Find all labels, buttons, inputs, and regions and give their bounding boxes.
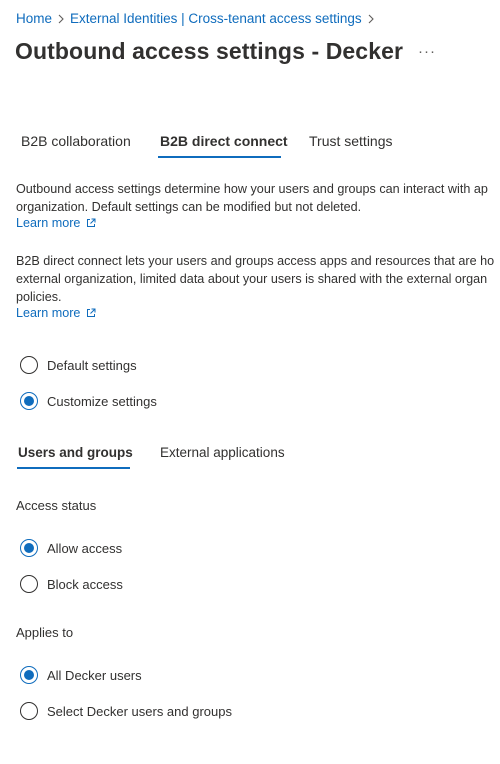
tab-b2b-direct-connect[interactable]: B2B direct connect [160,133,288,149]
more-options-button[interactable]: ··· [418,43,436,60]
radio-customize-settings[interactable]: Customize settings [20,392,157,410]
external-link-icon [87,218,96,227]
radio-label: Select Decker users and groups [47,703,232,719]
intro-text-line-2: organization. Default settings can be mo… [16,200,362,214]
radio-label: Customize settings [47,393,157,409]
breadcrumb-external-identities-link[interactable]: External Identities | Cross-tenant acces… [70,11,362,26]
learn-more-label: Learn more [16,306,81,320]
radio-default-settings[interactable]: Default settings [20,356,137,374]
active-tab-indicator [158,156,281,158]
radio-all-decker-users[interactable]: All Decker users [20,666,142,684]
breadcrumb: Home External Identities | Cross-tenant … [16,11,380,26]
radio-circle-selected [20,392,38,410]
applies-to-label: Applies to [16,625,74,640]
intro-text-line-1: Outbound access settings determine how y… [16,182,488,196]
radio-label: All Decker users [47,667,142,683]
radio-allow-access[interactable]: Allow access [20,539,122,557]
radio-label: Block access [47,576,123,592]
access-status-label: Access status [16,498,97,513]
radio-circle-selected [20,539,38,557]
tab-users-and-groups[interactable]: Users and groups [18,445,133,460]
radio-label: Default settings [47,357,137,373]
chevron-right-icon [362,11,380,26]
radio-block-access[interactable]: Block access [20,575,123,593]
direct-connect-text-line-2: external organization, limited data abou… [16,272,488,286]
direct-connect-text-line-1: B2B direct connect lets your users and g… [16,254,495,268]
learn-more-link-intro[interactable]: Learn more [16,216,96,230]
breadcrumb-home-link[interactable]: Home [16,11,52,26]
page-title: Outbound access settings - Decker [15,38,404,64]
learn-more-label: Learn more [16,216,81,230]
active-subtab-indicator [17,467,130,469]
learn-more-link-direct-connect[interactable]: Learn more [16,306,96,320]
chevron-right-icon [52,11,70,26]
radio-circle [20,575,38,593]
external-link-icon [87,308,96,317]
radio-select-decker-users-and-groups[interactable]: Select Decker users and groups [20,702,232,720]
radio-circle [20,702,38,720]
tab-external-applications[interactable]: External applications [160,445,285,460]
radio-label: Allow access [47,540,123,556]
radio-circle [20,356,38,374]
direct-connect-text-line-3: policies. [16,290,62,304]
radio-circle-selected [20,666,38,684]
tab-b2b-collaboration[interactable]: B2B collaboration [21,133,131,149]
tab-trust-settings[interactable]: Trust settings [309,133,393,149]
